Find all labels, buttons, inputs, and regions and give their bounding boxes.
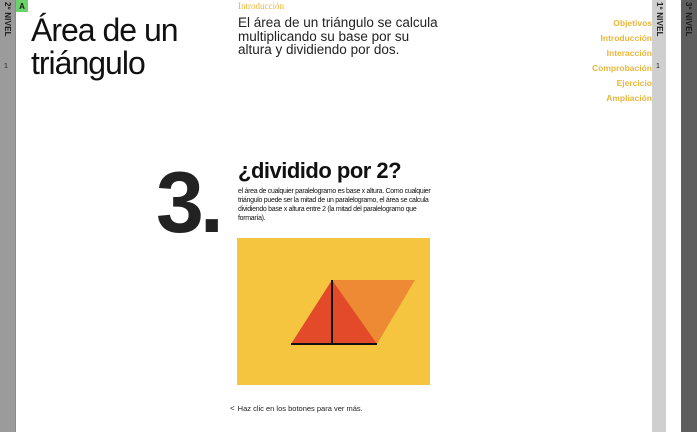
- level-label-right-2: 3º NIVEL: [684, 2, 693, 37]
- triangle-parallelogram-diagram: [291, 280, 415, 345]
- nav-item-introduccion[interactable]: Introducción: [592, 31, 652, 46]
- section-label: Introducción: [238, 1, 284, 11]
- triangle-illustration: [237, 238, 430, 385]
- intro-text: El área de un triángulo se calcula multi…: [238, 15, 438, 57]
- level-number-right-1: 1: [656, 63, 660, 70]
- back-arrow-icon[interactable]: <: [230, 404, 235, 413]
- level-badge: A: [16, 0, 28, 12]
- level-label-left: 2º NIVEL: [3, 2, 12, 37]
- level-strip-left[interactable]: 2º NIVEL 1: [0, 0, 16, 432]
- hint-text: < Haz clic en los botones para ver más.: [230, 404, 363, 413]
- level-strip-right-2[interactable]: 3º NIVEL: [681, 0, 697, 432]
- nav-item-comprobacion[interactable]: Comprobación: [592, 61, 652, 76]
- section-nav: Objetivos Introducción Interacción Compr…: [592, 16, 652, 106]
- hint-label: Haz clic en los botones para ver más.: [237, 404, 363, 413]
- step-number: 3.: [156, 155, 224, 251]
- nav-item-interaccion[interactable]: Interacción: [592, 46, 652, 61]
- level-number-left: 1: [4, 63, 8, 70]
- page-title: Área de un triángulo: [31, 12, 179, 81]
- level-strip-right-1[interactable]: 1º NIVEL 1: [652, 0, 666, 432]
- nav-item-ampliacion[interactable]: Ampliación: [592, 91, 652, 106]
- page: 2º NIVEL 1 A Área de un triángulo Introd…: [0, 0, 700, 432]
- level-label-right-1: 1º NIVEL: [655, 2, 664, 37]
- nav-item-ejercicio[interactable]: Ejercicio: [592, 76, 652, 91]
- step-description: el área de cualquier paralelogramo es ba…: [238, 188, 431, 222]
- step-headline: ¿dividido por 2?: [238, 158, 402, 183]
- nav-item-objetivos[interactable]: Objetivos: [592, 16, 652, 31]
